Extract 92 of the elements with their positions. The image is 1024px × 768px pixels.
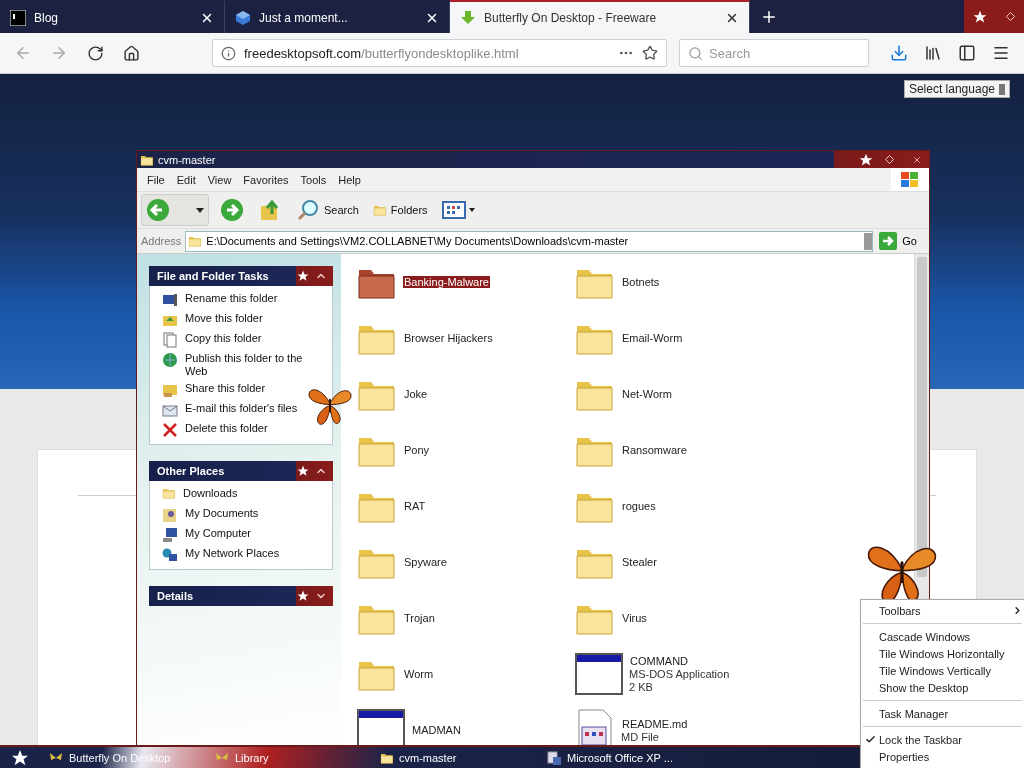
star-icon xyxy=(973,9,988,24)
menu-item[interactable]: File xyxy=(141,173,171,186)
computer-icon xyxy=(162,527,178,543)
panel-header[interactable]: Other Places xyxy=(149,461,333,481)
menu-item[interactable]: Edit xyxy=(170,173,202,186)
task-link[interactable]: My Documents xyxy=(162,507,259,523)
folder-item[interactable]: Worm xyxy=(357,646,575,702)
star-icon xyxy=(297,465,309,477)
folder-item[interactable]: Email-Worm xyxy=(575,310,793,366)
folder-item[interactable]: Stealer xyxy=(575,534,793,590)
window-icon xyxy=(575,653,623,695)
menu-item[interactable]: Toolbars xyxy=(861,602,1024,619)
caret-icon[interactable] xyxy=(196,207,204,213)
folder-item[interactable]: Botnets xyxy=(575,254,793,310)
menu-item[interactable]: Task Manager xyxy=(861,705,1024,722)
check-icon xyxy=(865,734,876,745)
task-link[interactable]: Rename this folder xyxy=(162,292,278,308)
folder-icon xyxy=(372,204,387,216)
search-icon xyxy=(688,45,703,61)
task-link[interactable]: Move this folder xyxy=(162,312,263,328)
toolbar-button[interactable]: Folders xyxy=(369,204,431,216)
task-link[interactable]: My Computer xyxy=(162,527,252,543)
folder-item[interactable]: Browser Hijackers xyxy=(357,310,575,366)
folder-item[interactable]: RAT xyxy=(357,478,575,534)
network-icon xyxy=(162,547,178,563)
toolbar-button[interactable]: Search xyxy=(293,198,362,222)
submenu-icon xyxy=(1012,605,1023,616)
menu-item[interactable]: Help xyxy=(332,173,367,186)
folder-icon xyxy=(188,235,203,247)
cube-icon xyxy=(235,9,251,26)
restore-icon[interactable] xyxy=(1005,12,1015,21)
panel-header[interactable]: Details xyxy=(149,586,333,606)
taskbar-button[interactable]: Library xyxy=(206,749,372,766)
folder-item[interactable]: Spyware xyxy=(357,534,575,590)
program-item[interactable]: COMMAND MS-DOS Application 2 KB xyxy=(575,646,793,702)
task-link[interactable]: Publish this folder to the Web xyxy=(162,352,315,378)
browser-tab[interactable]: Butterfly On Desktop - Freeware xyxy=(450,0,750,33)
menu-item[interactable]: Lock the Taskbar xyxy=(861,731,1024,748)
restore-icon[interactable] xyxy=(884,155,894,164)
task-link[interactable]: E-mail this folder's files xyxy=(162,402,298,418)
star-icon xyxy=(297,270,309,282)
task-link[interactable]: Copy this folder xyxy=(162,332,262,348)
scroll-handle[interactable] xyxy=(864,232,873,250)
folder-item[interactable]: rogues xyxy=(575,478,793,534)
folder-item[interactable]: Trojan xyxy=(357,590,575,646)
task-link[interactable]: Delete this folder xyxy=(162,422,268,438)
folder-icon xyxy=(162,487,176,499)
star-icon xyxy=(297,590,309,602)
folder-icon xyxy=(380,751,394,764)
menu-item[interactable]: Cascade Windows xyxy=(861,628,1024,645)
folder-item[interactable]: Ransomware xyxy=(575,422,793,478)
menu-item[interactable]: Properties xyxy=(861,748,1024,765)
star-icon xyxy=(11,748,29,767)
address-label: Address xyxy=(141,235,182,247)
task-link[interactable]: Downloads xyxy=(162,487,238,503)
download-icon xyxy=(460,9,476,26)
taskbar-button[interactable]: cvm-master xyxy=(372,751,538,764)
envelope-icon xyxy=(162,402,178,418)
views-icon xyxy=(441,200,478,220)
flag-logo-icon xyxy=(900,170,920,189)
url-field[interactable]: freedesktopsoft.com/butterflyondesktoplike.html xyxy=(212,39,667,67)
go-arrow-icon xyxy=(879,232,898,250)
go-button[interactable]: Go xyxy=(877,232,925,250)
language-select[interactable]: Select language xyxy=(903,80,1010,98)
folder-item[interactable]: Joke xyxy=(357,366,575,422)
folder-item[interactable]: Net-Worm xyxy=(575,366,793,422)
folder-icon xyxy=(140,153,154,166)
taskbar-button[interactable]: Microsoft Office XP ... xyxy=(538,749,704,766)
globe-icon xyxy=(162,352,178,368)
menu-item[interactable]: Tile Windows Vertically xyxy=(861,662,1024,679)
terminal-icon xyxy=(10,9,26,26)
folder-item[interactable]: Virus xyxy=(575,590,793,646)
pages-icon xyxy=(162,332,178,348)
bookmark-icon[interactable] xyxy=(642,45,658,61)
address-field[interactable]: E:\Documents and Settings\VM2.COLLABNET\My Documents\Downloads\cvm-master xyxy=(185,230,874,252)
title-bar: cvm-master xyxy=(137,151,929,168)
menu-item[interactable]: Favorites xyxy=(237,173,295,186)
menu-item[interactable]: Tools xyxy=(294,173,333,186)
folder-item[interactable]: Banking-Malware xyxy=(357,254,575,310)
menu-item[interactable]: View xyxy=(201,173,238,186)
task-link[interactable]: Share this folder xyxy=(162,382,266,398)
panel-header[interactable]: File and Folder Tasks xyxy=(149,266,333,286)
menu-item[interactable]: Show the Desktop xyxy=(861,679,1024,696)
folder-item[interactable]: Pony xyxy=(357,422,575,478)
monitor-icon xyxy=(162,292,178,308)
magnifier-icon xyxy=(296,198,320,222)
menu-item[interactable]: Tile Windows Horizontally xyxy=(861,645,1024,662)
delete-icon xyxy=(162,422,178,438)
task-link[interactable]: My Network Places xyxy=(162,547,280,563)
star-icon xyxy=(859,152,873,167)
info-icon[interactable] xyxy=(221,45,236,61)
office-icon xyxy=(546,749,562,766)
